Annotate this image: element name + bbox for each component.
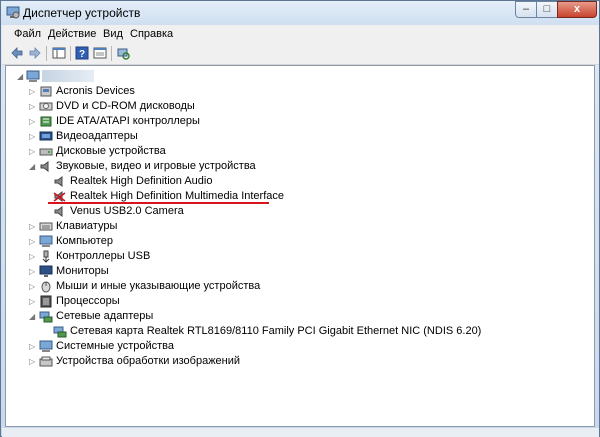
expand-icon[interactable]: ▷ (29, 294, 38, 309)
device-manager-icon (6, 6, 20, 19)
tree-item-network-adapters[interactable]: ◢ Сетевые адаптеры (6, 309, 586, 324)
network-adapter-icon (53, 326, 67, 338)
tree-item-ide[interactable]: ▷ IDE ATA/ATAPI контроллеры (6, 114, 586, 129)
tree-item-label: Сетевая карта Realtek RTL8169/8110 Famil… (70, 325, 482, 337)
tree-item-label: Компьютер (56, 235, 113, 247)
collapse-icon[interactable]: ◢ (29, 309, 38, 324)
tree-item-label: Системные устройства (56, 340, 175, 352)
expand-icon[interactable]: ▷ (29, 99, 38, 114)
forward-arrow-icon[interactable] (28, 46, 42, 60)
tree-item-display-adapters[interactable]: ▷ Видеоадаптеры (6, 129, 586, 144)
tree-item-label: Устройства обработки изображений (56, 355, 241, 367)
dvd-drive-icon (39, 102, 53, 111)
imaging-device-icon (39, 356, 53, 367)
tree-item-label: Контроллеры USB (56, 250, 151, 262)
menu-action[interactable]: Действие (48, 28, 96, 40)
close-button[interactable]: x (557, 1, 597, 18)
expand-icon[interactable]: ▷ (29, 234, 38, 249)
minimize-button[interactable]: – (515, 1, 537, 18)
expand-icon[interactable]: ▷ (29, 354, 38, 369)
tree-item-label: Звуковые, видео и игровые устройства (56, 160, 256, 172)
tree-item-label: Видеоадаптеры (56, 130, 138, 142)
tree-child-realtek-nic[interactable]: Сетевая карта Realtek RTL8169/8110 Famil… (6, 324, 586, 339)
expand-icon[interactable]: ▷ (29, 219, 38, 234)
menu-help[interactable]: Справка (130, 28, 173, 40)
collapse-icon[interactable]: ◢ (29, 159, 38, 174)
tree-item-label: Процессоры (56, 295, 120, 307)
device-manager-window: Диспетчер устройств – □ x Файл Действие … (0, 0, 600, 437)
expand-icon[interactable]: ▷ (29, 144, 38, 159)
mouse-icon (41, 281, 51, 293)
tree-item-label: Дисковые устройства (56, 145, 166, 157)
toolbar-separator (111, 46, 112, 61)
window-title: Диспетчер устройств (23, 6, 141, 20)
tree-item-label: IDE ATA/ATAPI контроллеры (56, 115, 200, 127)
properties-icon[interactable] (93, 46, 107, 60)
tree-item-label: Сетевые адаптеры (56, 310, 154, 322)
toolbar-separator (70, 46, 71, 61)
toolbar-separator (46, 46, 47, 61)
monitor-icon (39, 265, 53, 277)
expand-icon[interactable]: ▷ (29, 339, 38, 354)
computer-icon (26, 70, 40, 82)
tree-item-monitors[interactable]: ▷ Мониторы (6, 264, 586, 279)
tree-item-computer[interactable]: ▷ Компьютер (6, 234, 586, 249)
expand-icon[interactable]: ▷ (29, 279, 38, 294)
maximize-button[interactable]: □ (536, 1, 558, 18)
tree-item-label: Мониторы (56, 265, 109, 277)
ide-controller-icon (40, 116, 52, 127)
tree-item-label: DVD и CD-ROM дисководы (56, 100, 195, 112)
speaker-icon (40, 161, 49, 172)
expand-icon[interactable]: ▷ (29, 264, 38, 279)
tree-item-disk-drives[interactable]: ▷ Дисковые устройства (6, 144, 586, 159)
expand-icon[interactable]: ▷ (29, 249, 38, 264)
title-bar[interactable]: Диспетчер устройств – □ x (1, 1, 599, 25)
tree-item-acronis[interactable]: ▷ Acronis Devices (6, 84, 586, 99)
tree-item-dvd[interactable]: ▷ DVD и CD-ROM дисководы (6, 99, 586, 114)
menu-bar: Файл Действие Вид Справка (2, 25, 599, 43)
tree-child-venus-camera[interactable]: Venus USB2.0 Camera (6, 204, 586, 219)
svg-text:?: ? (79, 49, 85, 60)
collapse-icon[interactable]: ◢ (17, 69, 26, 84)
processor-icon (40, 295, 52, 308)
tree-item-mice[interactable]: ▷ Мыши и иные указывающие устройства (6, 279, 586, 294)
network-adapter-icon (39, 311, 53, 323)
tree-item-system-devices[interactable]: ▷ Системные устройства (6, 339, 586, 354)
status-bar (2, 428, 599, 437)
tree-root[interactable]: ◢ (6, 69, 586, 84)
tree-item-label: Acronis Devices (56, 85, 135, 97)
expand-icon[interactable]: ▷ (29, 114, 38, 129)
expand-icon[interactable]: ▷ (29, 129, 38, 144)
speaker-icon (54, 176, 63, 187)
tree-item-sound-video[interactable]: ◢ Звуковые, видео и игровые устройства (6, 159, 586, 174)
scan-hardware-icon[interactable] (116, 46, 130, 60)
disk-drive-icon (39, 148, 53, 156)
menu-file[interactable]: Файл (14, 28, 41, 40)
tree-item-label: Мыши и иные указывающие устройства (56, 280, 261, 292)
display-adapter-icon (39, 131, 53, 141)
computer-icon (39, 235, 53, 247)
keyboard-icon (39, 222, 53, 231)
tree-item-usb[interactable]: ▷ Контроллеры USB (6, 249, 586, 264)
expand-icon[interactable]: ▷ (29, 84, 38, 99)
toolbar: ? (2, 43, 599, 65)
tree-item-label: Venus USB2.0 Camera (70, 205, 184, 217)
help-icon[interactable]: ? (75, 46, 89, 60)
system-device-icon (39, 340, 53, 352)
tree-item-imaging-devices[interactable]: ▷ Устройства обработки изображений (6, 354, 586, 369)
tree-item-label: Realtek High Definition Audio (70, 175, 213, 187)
usb-icon (42, 250, 50, 263)
computer-name-redacted (42, 70, 94, 82)
device-tree[interactable]: ◢ ▷ Acronis Devices ▷ DVD и CD-ROM диско… (5, 65, 595, 427)
tree-item-processors[interactable]: ▷ Процессоры (6, 294, 586, 309)
speaker-icon (54, 206, 63, 217)
menu-view[interactable]: Вид (103, 28, 123, 40)
tree-item-keyboards[interactable]: ▷ Клавиатуры (6, 219, 586, 234)
show-hide-console-tree-icon[interactable] (52, 46, 66, 60)
tree-child-realtek-audio[interactable]: Realtek High Definition Audio (6, 174, 586, 189)
device-icon (40, 86, 52, 97)
tree-item-label: Клавиатуры (56, 220, 118, 232)
back-arrow-icon[interactable] (10, 46, 24, 60)
